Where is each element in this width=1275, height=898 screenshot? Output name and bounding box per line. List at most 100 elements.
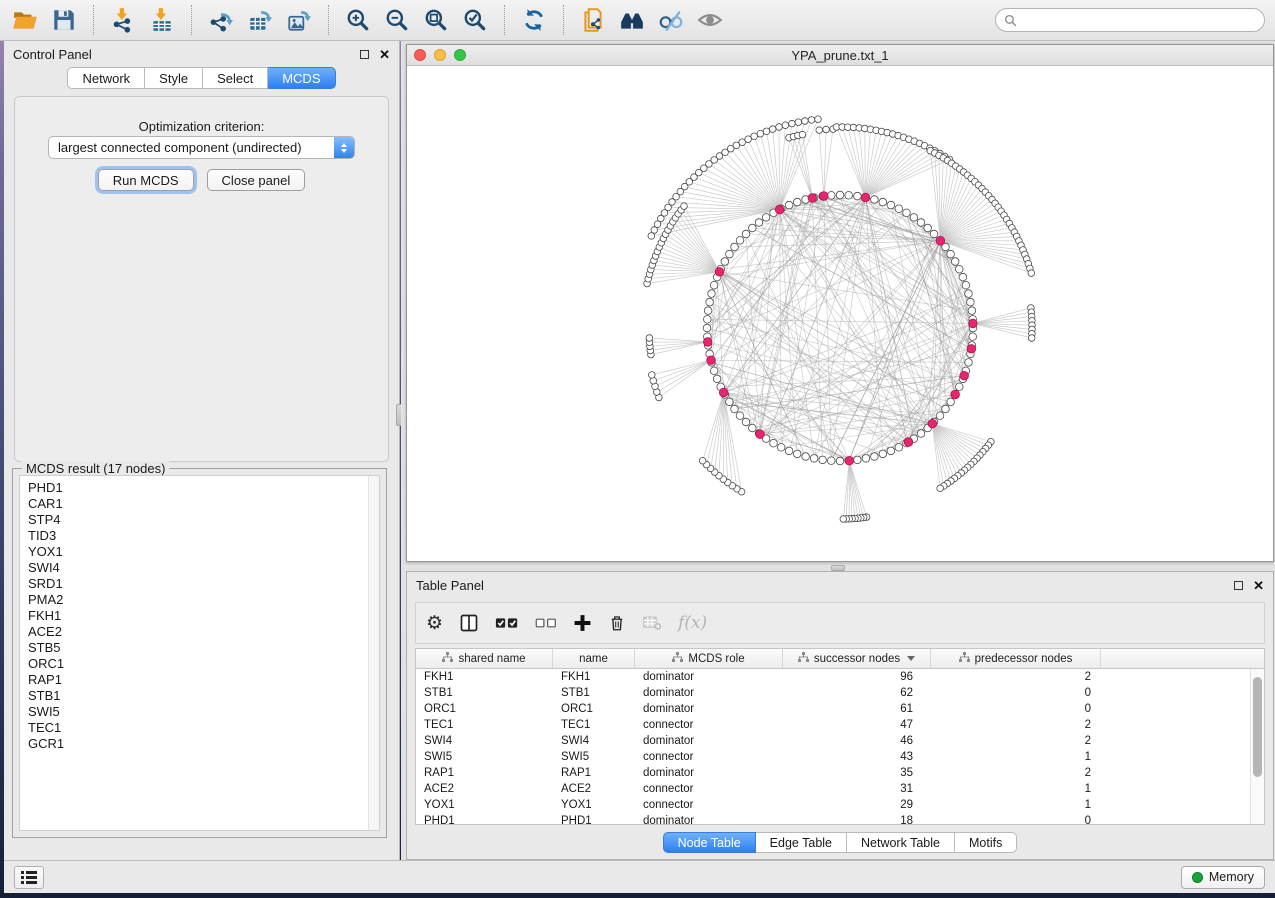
mcds-result-item[interactable]: SRD1 (28, 576, 379, 592)
close-panel-icon[interactable]: ✕ (379, 48, 390, 61)
close-panel-button[interactable]: Close panel (207, 169, 306, 191)
table-scrollbar-thumb[interactable] (1253, 677, 1262, 777)
export-table-icon[interactable] (245, 5, 275, 35)
table-row[interactable]: SWI4SWI4dominator462 (416, 733, 1250, 749)
function-builder-icon-disabled: f(x) (678, 610, 707, 636)
table-cell: 2 (931, 671, 1101, 683)
mcds-result-item[interactable]: ORC1 (28, 656, 379, 672)
select-all-icon[interactable] (495, 610, 519, 636)
criterion-dropdown[interactable]: largest connected component (undirected) (48, 136, 355, 159)
table-cell: ACE2 (553, 783, 635, 795)
run-mcds-button[interactable]: Run MCDS (98, 169, 194, 191)
table-tab-node-table[interactable]: Node Table (663, 832, 756, 853)
delete-table-icon-disabled (642, 610, 662, 636)
refresh-icon[interactable] (519, 5, 549, 35)
add-column-icon[interactable] (573, 610, 592, 636)
sort-descending-icon (907, 656, 915, 661)
close-table-panel-icon[interactable]: ✕ (1253, 579, 1264, 592)
table-row[interactable]: ACE2ACE2connector311 (416, 781, 1250, 797)
table-row[interactable]: SWI5SWI5connector431 (416, 749, 1250, 765)
binoculars-icon[interactable] (617, 5, 647, 35)
zoom-in-icon[interactable] (343, 5, 373, 35)
table-row[interactable]: RAP1RAP1dominator352 (416, 765, 1250, 781)
mcds-result-item[interactable]: GCR1 (28, 736, 379, 752)
table-row[interactable]: ORC1ORC1dominator610 (416, 701, 1250, 717)
table-row[interactable]: STB1STB1dominator620 (416, 685, 1250, 701)
mcds-result-item[interactable]: YOX1 (28, 544, 379, 560)
table-scrollbar[interactable] (1250, 669, 1264, 824)
network-view-window: YPA_prune.txt_1 (406, 44, 1274, 562)
table-settings-icon[interactable]: ⚙ (426, 610, 443, 636)
tab-mcds[interactable]: MCDS (268, 67, 335, 89)
table-row[interactable]: YOX1YOX1connector291 (416, 797, 1250, 813)
table-cell: 0 (931, 703, 1101, 715)
mcds-result-item[interactable]: PHD1 (28, 480, 379, 496)
table-cell: 46 (783, 735, 931, 747)
mcds-result-item[interactable]: ACE2 (28, 624, 379, 640)
mcds-result-item[interactable]: TEC1 (28, 720, 379, 736)
network-graph[interactable] (407, 66, 1273, 561)
eye-icon[interactable] (695, 5, 725, 35)
open-file-icon[interactable] (10, 5, 40, 35)
column-header-successor-nodes[interactable]: successor nodes (783, 649, 931, 668)
zoom-out-icon[interactable] (382, 5, 412, 35)
column-header-shared-name[interactable]: shared name (416, 649, 553, 668)
mcds-result-item[interactable]: PMA2 (28, 592, 379, 608)
toolbar-separator (93, 5, 94, 35)
tab-select[interactable]: Select (203, 67, 268, 89)
mcds-result-item[interactable]: SWI4 (28, 560, 379, 576)
import-network-icon[interactable] (108, 5, 138, 35)
table-cell: FKH1 (553, 671, 635, 683)
tab-network[interactable]: Network (67, 67, 145, 89)
show-columns-icon[interactable] (459, 610, 479, 636)
column-header-mcds-role[interactable]: MCDS role (635, 649, 783, 668)
table-tab-motifs[interactable]: Motifs (955, 832, 1017, 853)
zoom-fit-icon[interactable] (421, 5, 451, 35)
table-cell: ACE2 (416, 783, 553, 795)
task-history-button[interactable] (14, 866, 44, 889)
network-canvas[interactable] (407, 66, 1273, 561)
search-input[interactable] (1022, 13, 1256, 27)
table-cell: 47 (783, 719, 931, 731)
zoom-selected-icon[interactable] (460, 5, 490, 35)
mcds-result-item[interactable]: FKH1 (28, 608, 379, 624)
mcds-result-item[interactable]: SWI5 (28, 704, 379, 720)
mcds-result-item[interactable]: CAR1 (28, 496, 379, 512)
table-cell: 18 (783, 815, 931, 825)
tab-style[interactable]: Style (145, 67, 203, 89)
import-table-icon[interactable] (147, 5, 177, 35)
result-scrollbar[interactable] (368, 476, 379, 830)
save-icon[interactable] (49, 5, 79, 35)
table-cell: SWI5 (416, 751, 553, 763)
optimization-criterion-label: Optimization criterion: (15, 119, 388, 134)
float-panel-icon[interactable] (360, 50, 369, 59)
mcds-result-list[interactable]: PHD1CAR1STP4TID3YOX1SWI4SRD1PMA2FKH1ACE2… (19, 475, 380, 831)
mcds-result-item[interactable]: STP4 (28, 512, 379, 528)
deselect-all-icon[interactable] (535, 610, 557, 636)
column-header-predecessor-nodes[interactable]: predecessor nodes (931, 649, 1101, 668)
toggle-graphics-details-icon[interactable] (656, 5, 686, 35)
table-cell: RAP1 (416, 767, 553, 779)
table-cell: dominator (635, 703, 783, 715)
search-field[interactable] (995, 8, 1265, 32)
mcds-result-item[interactable]: STB1 (28, 688, 379, 704)
mcds-result-item[interactable]: RAP1 (28, 672, 379, 688)
table-row[interactable]: PHD1PHD1dominator180 (416, 813, 1250, 825)
delete-column-icon[interactable] (608, 610, 626, 636)
clipboard-network-icon[interactable] (578, 5, 608, 35)
mcds-result-item[interactable]: TID3 (28, 528, 379, 544)
export-image-icon[interactable] (284, 5, 314, 35)
toolbar-separator (328, 5, 329, 35)
table-row[interactable]: FKH1FKH1dominator962 (416, 669, 1250, 685)
float-table-panel-icon[interactable] (1234, 581, 1243, 590)
memory-button[interactable]: Memory (1181, 866, 1265, 889)
table-tab-edge-table[interactable]: Edge Table (756, 832, 847, 853)
table-cell: dominator (635, 687, 783, 699)
table-tab-network-table[interactable]: Network Table (847, 832, 955, 853)
mcds-result-item[interactable]: STB5 (28, 640, 379, 656)
table-row[interactable]: TEC1TEC1connector472 (416, 717, 1250, 733)
column-header-name[interactable]: name (553, 649, 635, 668)
table-cell: SWI4 (553, 735, 635, 747)
export-network-icon[interactable] (206, 5, 236, 35)
network-window-titlebar[interactable]: YPA_prune.txt_1 (407, 45, 1273, 66)
